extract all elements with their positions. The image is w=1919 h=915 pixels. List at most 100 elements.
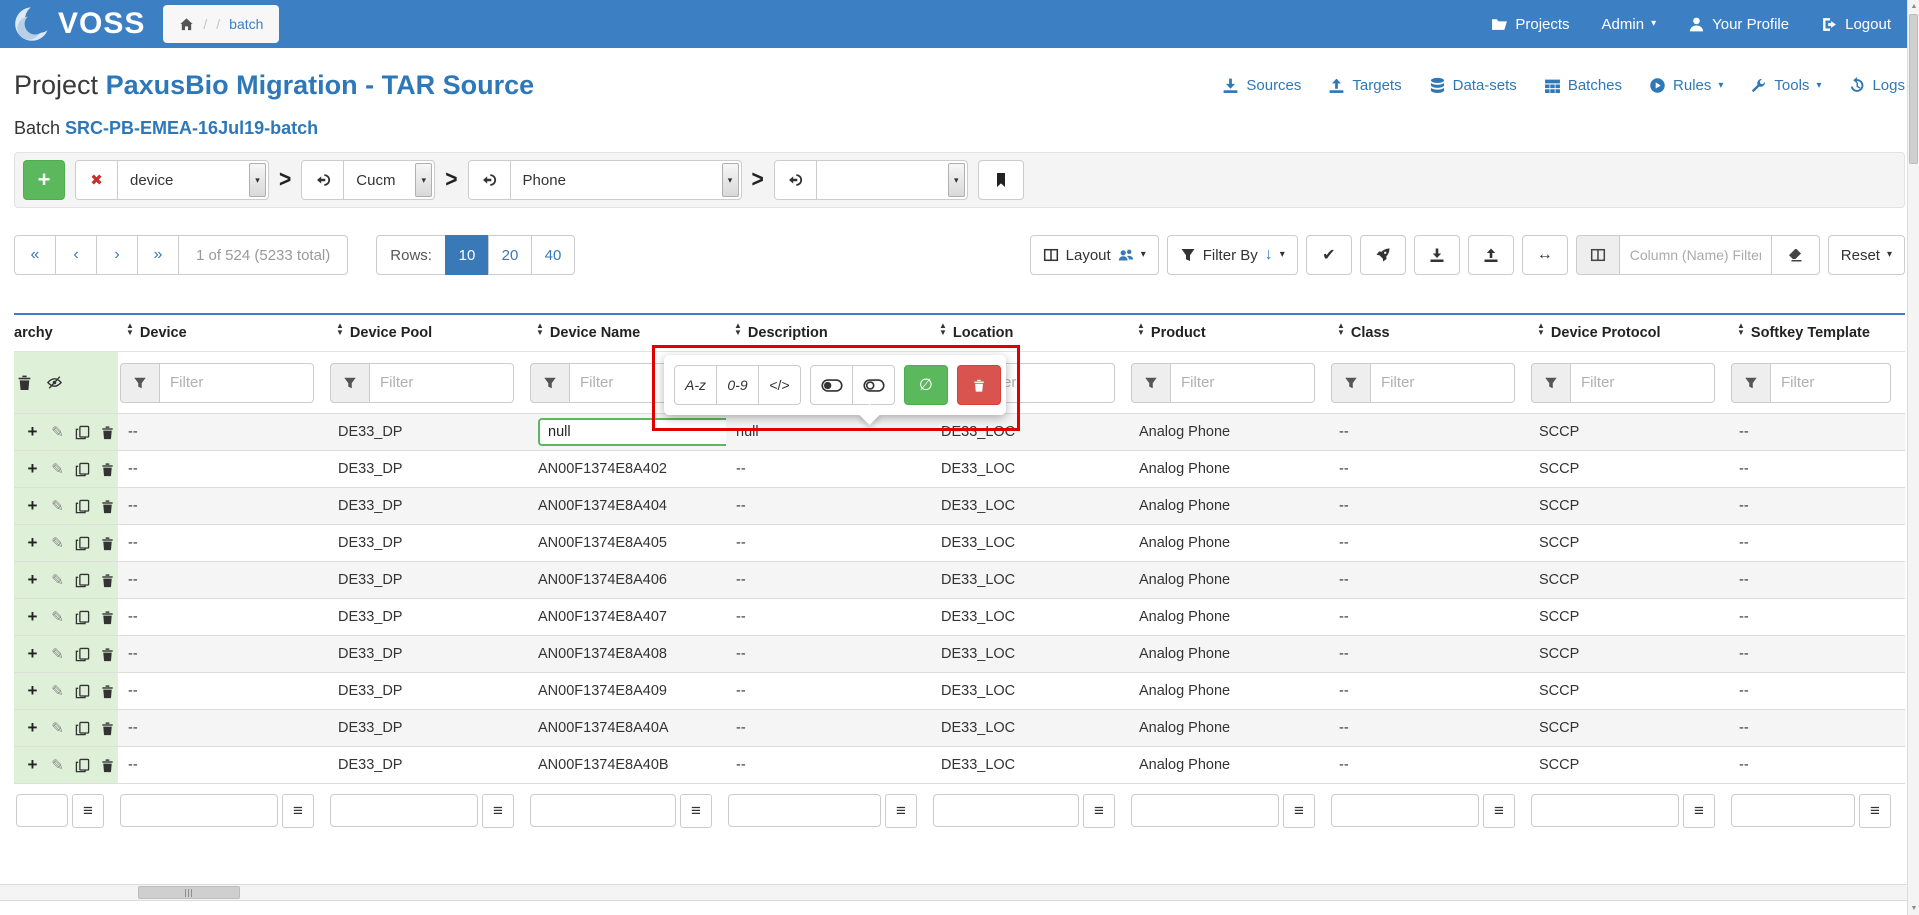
cell-device[interactable]: -- [118,646,328,662]
cell-location[interactable]: DE33_LOC [931,757,1129,773]
sort-icon[interactable]: ▲▼ [536,326,544,340]
column-header-device-protocol[interactable]: ▲▼Device Protocol [1529,325,1729,341]
copy-row-button[interactable] [74,424,91,441]
cell-description[interactable]: -- [726,461,931,477]
cell-softkey-template[interactable]: -- [1729,461,1905,477]
column-header-device-name[interactable]: ▲▼Device Name [528,325,726,341]
delete-row-button[interactable] [99,720,116,737]
horizontal-scrollbar-thumb[interactable] [138,886,240,899]
first-page-button[interactable]: « [14,235,56,275]
cell-device-protocol[interactable]: SCCP [1529,535,1729,551]
cell-product[interactable]: Analog Phone [1129,424,1329,440]
last-page-button[interactable]: » [137,235,179,275]
footer-input-class[interactable] [1331,794,1479,827]
cell-product[interactable]: Analog Phone [1129,683,1329,699]
cell-device-pool[interactable]: DE33_DP [328,535,528,551]
cell-softkey-template[interactable]: -- [1729,535,1905,551]
add-row-button[interactable]: + [24,461,41,478]
footer-input-location[interactable] [933,794,1079,827]
cell-class[interactable]: -- [1329,572,1529,588]
cell-location[interactable]: DE33_LOC [931,720,1129,736]
column-header-class[interactable]: ▲▼Class [1329,325,1529,341]
cell-product[interactable]: Analog Phone [1129,720,1329,736]
reset-button[interactable]: Reset ▾ [1828,235,1905,275]
add-row-button[interactable]: + [24,646,41,663]
edit-row-button[interactable]: ✎ [49,720,66,737]
cell-class[interactable]: -- [1329,720,1529,736]
cell-device[interactable]: -- [118,572,328,588]
import-model-button[interactable] [775,161,817,199]
column-header-location[interactable]: ▲▼Location [931,325,1129,341]
sort-icon[interactable]: ▲▼ [126,326,134,340]
cell-class[interactable]: -- [1329,535,1529,551]
copy-row-button[interactable] [74,757,91,774]
cell-description[interactable]: -- [726,683,931,699]
footer-input-device[interactable] [120,794,278,827]
column-header-description[interactable]: ▲▼Description [726,325,931,341]
prev-page-button[interactable]: ‹ [55,235,97,275]
model-select-2[interactable]: Phone▾ [511,161,741,199]
cell-class[interactable]: -- [1329,646,1529,662]
cell-device[interactable]: -- [118,498,328,514]
cell-description[interactable]: -- [726,572,931,588]
layout-button[interactable]: Layout ▾ [1030,235,1159,275]
project-nav-batches[interactable]: Batches [1544,77,1622,94]
cell-device[interactable]: -- [118,461,328,477]
bookmark-button[interactable] [978,160,1024,200]
clear-filter-button[interactable] [1772,235,1820,275]
cell-device[interactable]: -- [118,535,328,551]
cell-class[interactable]: -- [1329,461,1529,477]
copy-row-button[interactable] [74,609,91,626]
column-menu-button[interactable]: ≡ [1859,794,1891,828]
scroll-up-arrow[interactable]: ▲ [1908,0,1919,13]
copy-row-button[interactable] [74,572,91,589]
cell-device-pool[interactable]: DE33_DP [328,757,528,773]
cell-device-protocol[interactable]: SCCP [1529,683,1729,699]
column-name-filter-input[interactable] [1620,235,1772,275]
cell-device-pool[interactable]: DE33_DP [328,683,528,699]
column-header-product[interactable]: ▲▼Product [1129,325,1329,341]
edit-row-button[interactable]: ✎ [49,757,66,774]
hide-rows-icon[interactable] [46,374,63,391]
cell-product[interactable]: Analog Phone [1129,646,1329,662]
add-row-button[interactable]: + [24,535,41,552]
sort-icon[interactable]: ▲▼ [1737,326,1745,340]
cell-description[interactable]: -- [726,646,931,662]
cell-softkey-template[interactable]: -- [1729,646,1905,662]
footer-input-softkey-template[interactable] [1731,794,1855,827]
sort-icon[interactable]: ▲▼ [1337,326,1345,340]
cell-device-name[interactable]: AN00F1374E8A407 [528,609,726,625]
set-null-button[interactable]: ∅ [904,365,948,405]
cell-device-name[interactable]: AN00F1374E8A408 [528,646,726,662]
add-row-button[interactable]: + [24,683,41,700]
footer-input-device-protocol[interactable] [1531,794,1679,827]
navbar-link-your-profile[interactable]: Your Profile [1688,16,1789,33]
cell-device-name[interactable]: AN00F1374E8A409 [528,683,726,699]
column-menu-button[interactable]: ≡ [72,794,104,828]
column-filter-input-device[interactable] [160,363,314,403]
cell-device-name[interactable]: AN00F1374E8A405 [528,535,726,551]
footer-input-device-pool[interactable] [330,794,478,827]
cell-softkey-template[interactable]: -- [1729,683,1905,699]
column-menu-button[interactable]: ≡ [1083,794,1115,828]
cell-device[interactable]: -- [118,720,328,736]
cell-softkey-template[interactable]: -- [1729,757,1905,773]
sort-icon[interactable]: ▲▼ [336,326,344,340]
delete-row-button[interactable] [99,757,116,774]
vertical-scrollbar[interactable]: ▲ ▼ [1907,0,1919,915]
launch-button[interactable] [1360,235,1406,275]
column-filter-input-device-protocol[interactable] [1571,363,1715,403]
cell-class[interactable]: -- [1329,683,1529,699]
alpha-button[interactable]: A-z [674,365,717,405]
sort-icon[interactable]: ▲▼ [939,326,947,340]
add-row-button[interactable]: + [24,498,41,515]
edit-row-button[interactable]: ✎ [49,646,66,663]
import-model-button[interactable] [469,161,511,199]
remove-model-button[interactable]: ✖ [76,161,118,199]
cell-device-pool[interactable]: DE33_DP [328,424,528,440]
cell-device-pool[interactable]: DE33_DP [328,498,528,514]
copy-row-button[interactable] [74,646,91,663]
cell-class[interactable]: -- [1329,498,1529,514]
delete-row-button[interactable] [99,535,116,552]
project-nav-data-sets[interactable]: Data-sets [1429,77,1517,94]
